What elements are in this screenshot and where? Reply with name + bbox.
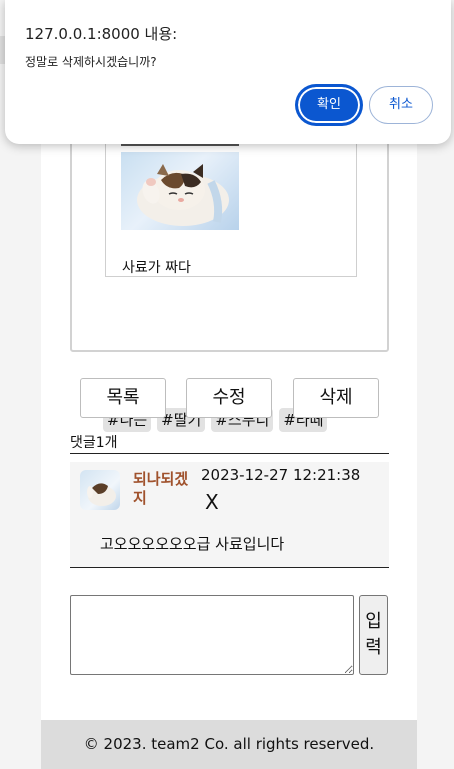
comment-divider [70,453,389,454]
comment-text: 고오오오오오오급 사료입니다 [100,535,285,553]
avatar [80,470,120,510]
dialog-title: 127.0.0.1:8000 내용: [25,25,178,43]
comment-item: 되나되겠지 2023-12-27 12:21:38 X 고오오오오오오급 사료입… [70,462,389,568]
comment-date: 2023-12-27 12:21:38 [201,466,361,484]
post-content-text: 사료가 짜다 [122,260,191,276]
comment-count: 댓글1개 [70,435,118,451]
confirm-dialog: 127.0.0.1:8000 내용: 정말로 삭제하시겠습니까? 확인 취소 [5,0,451,144]
edit-button[interactable]: 수정 [186,378,272,418]
cat-photo [121,152,239,230]
comment-input[interactable] [70,595,354,675]
list-button[interactable]: 목록 [80,378,166,418]
delete-button[interactable]: 삭제 [293,378,379,418]
comment-delete-button[interactable]: X [205,490,219,514]
footer: © 2023. team2 Co. all rights reserved. [41,720,417,769]
copyright-text: © 2023. team2 Co. all rights reserved. [83,735,375,753]
dialog-ok-button[interactable]: 확인 [296,85,362,125]
divider [121,144,239,146]
comment-submit-button[interactable]: 입력 [359,595,388,675]
dialog-message: 정말로 삭제하시겠습니까? [25,55,157,69]
dialog-cancel-button[interactable]: 취소 [369,86,433,124]
comment-author: 되나되겠지 [133,470,189,507]
